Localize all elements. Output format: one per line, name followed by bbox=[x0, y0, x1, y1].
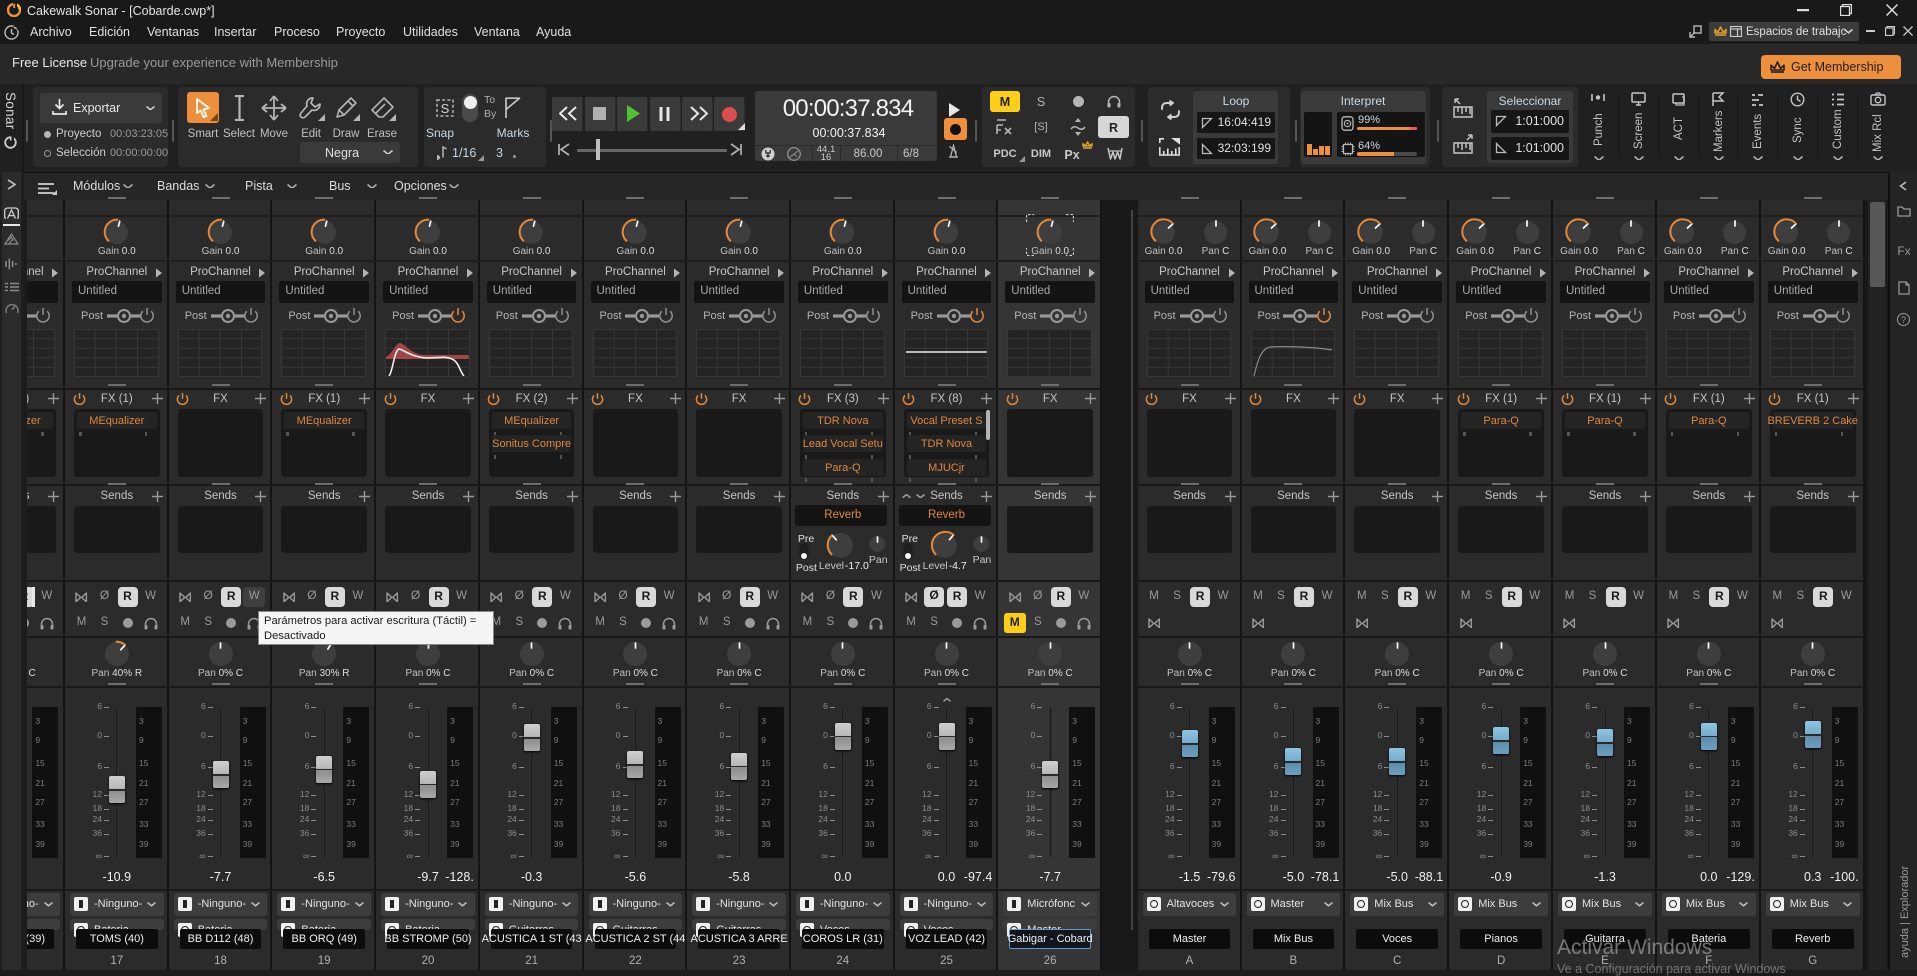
svg-text:S: S bbox=[441, 101, 450, 116]
